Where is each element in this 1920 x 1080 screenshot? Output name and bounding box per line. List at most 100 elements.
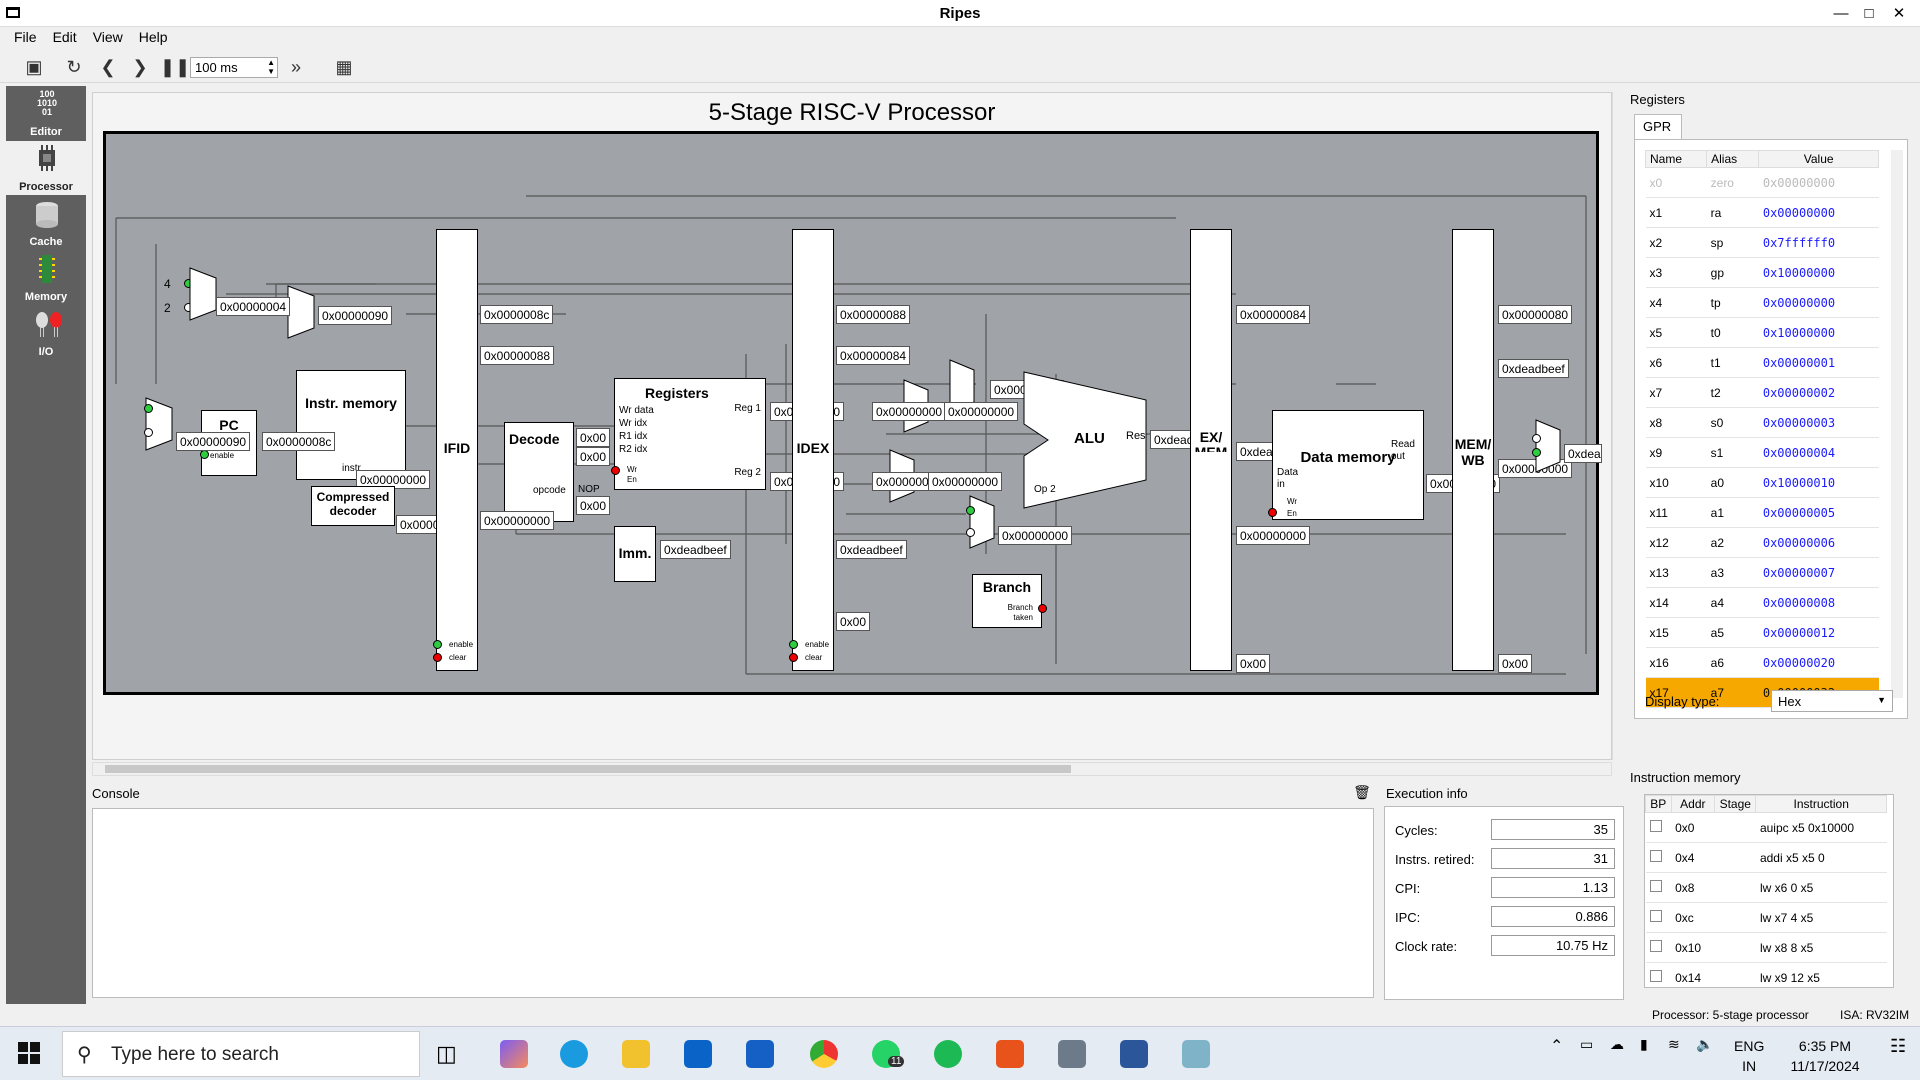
column-header[interactable]: Alias bbox=[1706, 150, 1760, 168]
register-row[interactable]: x13 a3 0x00000007 bbox=[1645, 557, 1879, 588]
wire-value[interactable]: 0x00000004 bbox=[216, 297, 291, 316]
register-value[interactable]: 0x10000000 bbox=[1758, 257, 1879, 288]
menu-file[interactable]: File bbox=[6, 27, 45, 47]
language-indicator[interactable]: ENG IN bbox=[1734, 1036, 1764, 1076]
register-row[interactable]: x9 s1 0x00000004 bbox=[1645, 437, 1879, 468]
edge-icon[interactable] bbox=[560, 1040, 588, 1068]
wire-value[interactable]: 0x00000090 bbox=[176, 432, 251, 451]
column-header[interactable]: Addr bbox=[1670, 795, 1716, 813]
wire-value[interactable]: 0x00 bbox=[1498, 654, 1533, 673]
sidebar-item-cache[interactable]: Cache bbox=[6, 196, 86, 250]
register-value[interactable]: 0x10000010 bbox=[1758, 467, 1879, 498]
register-row[interactable]: x11 a1 0x00000005 bbox=[1645, 497, 1879, 528]
close-button[interactable]: ✕ bbox=[1886, 4, 1912, 24]
column-header[interactable]: Instruction bbox=[1755, 795, 1887, 813]
memwb-register[interactable]: MEM/ WB bbox=[1452, 229, 1494, 671]
exmem-register[interactable]: EX/ MEM bbox=[1190, 229, 1232, 671]
wire-value[interactable]: 0x00000088 bbox=[836, 305, 911, 324]
register-value[interactable]: 0x10000000 bbox=[1758, 317, 1879, 348]
register-row[interactable]: x0 zero 0x00000000 bbox=[1645, 167, 1879, 198]
instruction-row[interactable]: 0x14 lw x9 12 x5 bbox=[1645, 962, 1887, 987]
table-icon[interactable]: ▦ bbox=[332, 55, 356, 79]
branch-block[interactable]: Branch Branch taken bbox=[972, 574, 1042, 628]
wire-value[interactable]: 0x00000090 bbox=[318, 306, 393, 325]
scrollbar-thumb[interactable] bbox=[105, 765, 1071, 773]
register-value[interactable]: 0x00000005 bbox=[1758, 497, 1879, 528]
ifid-register[interactable]: IFID enable clear bbox=[436, 229, 478, 671]
sidebar-item-processor[interactable]: Processor bbox=[6, 141, 86, 195]
volume-icon[interactable]: 🔈 bbox=[1696, 1036, 1713, 1053]
app-icon[interactable] bbox=[1182, 1040, 1210, 1068]
sidebar-item-memory[interactable]: Memory bbox=[6, 251, 86, 305]
wire-value[interactable]: 0x00 bbox=[576, 496, 611, 515]
file-explorer-icon[interactable] bbox=[622, 1040, 650, 1068]
instruction-row[interactable]: 0x10 lw x8 8 x5 bbox=[1645, 932, 1887, 963]
windows-start-icon[interactable] bbox=[18, 1042, 40, 1067]
trash-icon[interactable]: 🗑 bbox=[1352, 784, 1372, 804]
wire-value[interactable]: 0x00000000 bbox=[928, 472, 1003, 491]
register-row[interactable]: x4 tp 0x00000000 bbox=[1645, 287, 1879, 318]
register-value[interactable]: 0x00000001 bbox=[1758, 347, 1879, 378]
data-memory-block[interactable]: Data memory Read out Data in Wr En bbox=[1272, 410, 1424, 520]
breakpoint-checkbox[interactable] bbox=[1649, 820, 1662, 832]
store-icon[interactable] bbox=[746, 1040, 774, 1068]
stop-icon[interactable]: ▣ bbox=[22, 55, 46, 79]
registers-scrollbar[interactable] bbox=[1891, 150, 1903, 698]
breakpoint-cell[interactable] bbox=[1645, 902, 1672, 933]
column-header[interactable]: BP bbox=[1645, 795, 1672, 813]
register-row[interactable]: x15 a5 0x00000012 bbox=[1645, 617, 1879, 648]
instruction-row[interactable]: 0xc lw x7 4 x5 bbox=[1645, 902, 1887, 933]
wire-value[interactable]: 0xdeadbeef bbox=[1498, 359, 1569, 378]
registers-block[interactable]: Registers Wr data Wr idx R1 idx R2 idx R… bbox=[614, 378, 766, 490]
device-icon[interactable]: ▭ bbox=[1580, 1036, 1593, 1053]
menu-help[interactable]: Help bbox=[131, 27, 176, 47]
column-header[interactable]: Value bbox=[1758, 150, 1879, 168]
display-type-select[interactable]: Hex ▼ bbox=[1771, 690, 1893, 712]
wifi-icon[interactable]: ≋ bbox=[1668, 1036, 1680, 1053]
column-header[interactable]: Stage bbox=[1714, 795, 1757, 813]
spin-arrows-icon[interactable]: ▲ ▼ bbox=[267, 58, 275, 76]
wire-value[interactable]: 0xdeadb bbox=[1564, 444, 1602, 463]
wire-value[interactable]: 0x00 bbox=[836, 612, 871, 631]
processor-view[interactable]: 5-Stage RISC-V Processor 4 2 0x00000004 … bbox=[92, 92, 1612, 760]
wire-value[interactable]: 0x00000000 bbox=[944, 402, 1019, 421]
register-row[interactable]: x10 a0 0x10000010 bbox=[1645, 467, 1879, 498]
register-row[interactable]: x6 t1 0x00000001 bbox=[1645, 347, 1879, 378]
breakpoint-checkbox[interactable] bbox=[1649, 850, 1662, 862]
wire-value[interactable]: 0x00000000 bbox=[998, 526, 1073, 545]
register-row[interactable]: x7 t2 0x00000002 bbox=[1645, 377, 1879, 408]
diagram-vertical-scrollbar[interactable] bbox=[1612, 92, 1626, 760]
breakpoint-cell[interactable] bbox=[1645, 842, 1672, 873]
fast-forward-icon[interactable]: » bbox=[284, 55, 308, 79]
wire-value[interactable]: 0xdeadbeef bbox=[660, 540, 731, 559]
wire-value[interactable]: 0x00000088 bbox=[480, 346, 555, 365]
diagram-horizontal-scrollbar[interactable] bbox=[92, 762, 1612, 776]
register-value[interactable]: 0x00000002 bbox=[1758, 377, 1879, 408]
wire-value[interactable]: 0xdeadbeef bbox=[836, 540, 907, 559]
spotify-icon[interactable] bbox=[934, 1040, 962, 1068]
copilot-icon[interactable] bbox=[500, 1040, 528, 1068]
clock[interactable]: 6:35 PM 11/17/2024 bbox=[1778, 1036, 1872, 1076]
decode-block[interactable]: Decode opcode bbox=[504, 422, 574, 522]
register-value[interactable]: 0x00000000 bbox=[1758, 197, 1879, 228]
register-value[interactable]: 0x00000008 bbox=[1758, 587, 1879, 618]
chevron-up-icon[interactable]: ⌃ bbox=[1550, 1036, 1563, 1056]
minimize-button[interactable]: — bbox=[1828, 4, 1854, 24]
breakpoint-checkbox[interactable] bbox=[1649, 940, 1662, 952]
step-back-icon[interactable]: ❮ bbox=[96, 55, 120, 79]
register-row[interactable]: x14 a4 0x00000008 bbox=[1645, 587, 1879, 618]
taskbar-search[interactable]: ⚲ Type here to search bbox=[62, 1031, 420, 1077]
chrome-icon[interactable] bbox=[810, 1040, 838, 1068]
editor-app-icon[interactable] bbox=[1058, 1040, 1086, 1068]
breakpoint-cell[interactable] bbox=[1645, 932, 1672, 963]
register-value[interactable]: 0x00000020 bbox=[1758, 647, 1879, 678]
tab-gpr[interactable]: GPR bbox=[1634, 114, 1682, 140]
wire-value[interactable]: 0x00 bbox=[1236, 654, 1271, 673]
pause-icon[interactable]: ❚❚ bbox=[160, 55, 190, 79]
register-row[interactable]: x3 gp 0x10000000 bbox=[1645, 257, 1879, 288]
cloud-icon[interactable]: ☁ bbox=[1610, 1036, 1624, 1053]
battery-icon[interactable]: ▮ bbox=[1640, 1036, 1648, 1053]
maximize-button[interactable]: □ bbox=[1856, 4, 1882, 24]
whatsapp-icon[interactable]: 11 bbox=[872, 1040, 905, 1068]
register-value[interactable]: 0x00000004 bbox=[1758, 437, 1879, 468]
